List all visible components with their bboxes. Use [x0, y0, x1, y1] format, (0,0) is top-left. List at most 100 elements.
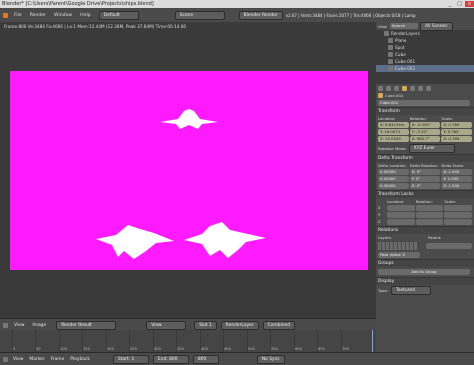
outliner-item-renderlayers[interactable]: RenderLayers	[376, 30, 474, 37]
rotation-z-field[interactable]: Z: 960.7°	[409, 136, 441, 142]
rotation-y-field[interactable]: Y: -3.32°	[409, 129, 441, 135]
render-tab-icon[interactable]	[378, 85, 383, 91]
world-tab-icon[interactable]	[394, 85, 399, 91]
lock-location-label: Location:	[387, 199, 405, 204]
menu-help[interactable]: Help	[76, 13, 94, 18]
current-frame-line	[372, 330, 373, 352]
menu-render[interactable]: Render	[26, 13, 50, 18]
timeline-type-icon[interactable]	[3, 356, 8, 362]
lock-rotation-z-toggle[interactable]	[415, 219, 444, 225]
outliner-item-cube-002[interactable]: Cube.002	[376, 65, 474, 72]
menu-marker[interactable]: Marker	[26, 357, 47, 362]
add-to-group-button[interactable]: Add to Group	[378, 269, 470, 275]
location-z-field[interactable]: Z: 15.0349	[378, 136, 409, 142]
display-type-dropdown[interactable]: Textured	[391, 286, 431, 295]
image-browse-dropdown[interactable]: Render Result	[56, 320, 117, 330]
lamp-icon	[388, 45, 393, 50]
slot-dropdown[interactable]: Slot 1	[194, 320, 217, 330]
lock-location-z-toggle[interactable]	[387, 219, 415, 225]
sync-mode-dropdown[interactable]: No Sync	[256, 354, 285, 364]
minimize-button[interactable]: _	[446, 1, 455, 7]
relations-panel-header[interactable]: Relations	[376, 226, 474, 234]
location-y-field[interactable]: Y: 16.0074	[378, 129, 409, 135]
rotation-x-field[interactable]: X: -0.292°	[409, 122, 441, 128]
timeline-area[interactable]: 0 50 100 150 200 250 300 350 400 450 500 550 600 650 7…	[0, 330, 376, 352]
material-tab-icon[interactable]	[426, 85, 431, 91]
transform-locks-panel-header[interactable]: Transform Locks	[376, 190, 474, 198]
object-name-field[interactable]: Cube.002	[378, 100, 470, 106]
timeline-tick-label: 500	[248, 347, 255, 351]
scale-x-field[interactable]: X: 0.769	[441, 122, 472, 128]
outliner-item-cube[interactable]: Cube	[376, 51, 474, 58]
timeline-tick-label: 600	[295, 347, 302, 351]
delta-location-z-field[interactable]: 0.00000	[378, 183, 409, 189]
outliner-item-cube-001[interactable]: Cube.001	[376, 58, 474, 65]
editor-type-icon[interactable]	[3, 322, 8, 328]
blender-icon[interactable]	[3, 12, 8, 18]
render-pass-dropdown[interactable]: Combined	[262, 320, 295, 330]
outliner-search-field[interactable]: Search	[390, 23, 419, 29]
delta-scale-z-field[interactable]: Z: 1.000	[441, 183, 472, 189]
rotation-mode-dropdown[interactable]: XYZ Euler	[408, 144, 455, 153]
menu-view[interactable]: View	[10, 323, 28, 328]
outliner-item-plane[interactable]: Plane	[376, 37, 474, 44]
delta-scale-x-field[interactable]: X: 1.000	[441, 169, 472, 175]
layout-dropdown[interactable]: Default	[98, 10, 139, 20]
transform-panel-header[interactable]: Transform	[376, 107, 474, 115]
delta-rotation-y-field[interactable]: Y: 0°	[409, 176, 441, 182]
delta-transform-panel-header[interactable]: Delta Transform	[376, 154, 474, 162]
outliner-item-spot[interactable]: Spot	[376, 44, 474, 51]
timeline-tick-label: 400	[201, 347, 208, 351]
scale-y-field[interactable]: Y: 0.769	[441, 129, 472, 135]
layers-grid[interactable]	[378, 242, 418, 250]
start-frame-field[interactable]: Start: 1	[112, 354, 149, 364]
delta-scale-y-field[interactable]: Y: 1.000	[441, 176, 472, 182]
delta-location-y-field[interactable]: 0.00000	[378, 176, 409, 182]
view-mode-dropdown[interactable]: View	[146, 320, 187, 330]
menu-file[interactable]: File	[10, 13, 26, 18]
delta-location-x-field[interactable]: 0.00000	[378, 169, 409, 175]
lock-scale-x-toggle[interactable]	[444, 205, 472, 211]
delta-rotation-z-field[interactable]: Z: 0°	[409, 183, 441, 189]
timeline-ruler: 0 50 100 150 200 250 300 350 400 450 500 550 600 650 7…	[0, 330, 376, 352]
menu-window[interactable]: Window	[50, 13, 76, 18]
render-engine-dropdown[interactable]: Blender Render	[238, 10, 283, 20]
outliner-view-menu[interactable]: View	[378, 24, 387, 29]
rotation-label: Rotation:	[409, 116, 427, 121]
close-button[interactable]: x	[465, 1, 474, 7]
lock-scale-y-toggle[interactable]	[444, 212, 472, 218]
lock-scale-z-toggle[interactable]	[444, 219, 472, 225]
lock-location-y-toggle[interactable]	[387, 212, 415, 218]
scene-dropdown[interactable]: Scene	[174, 10, 225, 20]
constraints-tab-icon[interactable]	[410, 85, 415, 91]
menu-frame[interactable]: Frame	[48, 357, 68, 362]
outliner-item-label: Cube.002	[395, 66, 416, 71]
lock-rotation-label: Rotation:	[415, 199, 433, 204]
render-frame-info: Frame:800 Ve:3484 Fa:4066 | La:1 Mem:12.…	[4, 24, 187, 29]
pass-index-field[interactable]: Pass Index: 0	[378, 252, 420, 258]
lock-location-x-toggle[interactable]	[387, 205, 415, 211]
delta-rotation-x-field[interactable]: X: 0°	[409, 169, 441, 175]
groups-panel-header[interactable]: Groups	[376, 259, 474, 267]
parent-field[interactable]	[426, 243, 472, 249]
end-frame-field[interactable]: End: 800	[152, 354, 189, 364]
menu-image[interactable]: Image	[28, 323, 50, 328]
menu-timeline-view[interactable]: View	[10, 357, 26, 362]
render-layer-dropdown[interactable]: RenderLayer	[220, 320, 259, 330]
timeline-header: View Marker Frame Playback Start: 1 End:…	[0, 352, 474, 365]
groups-header-label: Groups	[378, 261, 394, 266]
display-panel-header[interactable]: Display	[376, 277, 474, 285]
lock-rotation-y-toggle[interactable]	[415, 212, 444, 218]
modifiers-tab-icon[interactable]	[418, 85, 423, 91]
scale-z-field[interactable]: Z: 0.769	[441, 136, 472, 142]
current-frame-field[interactable]: 800	[192, 354, 219, 364]
maximize-button[interactable]: □	[454, 1, 465, 7]
scene-tab-icon[interactable]	[386, 85, 391, 91]
object-tab-icon[interactable]	[402, 85, 407, 91]
location-x-field[interactable]: X: 8.84194m	[378, 122, 409, 128]
transform-locks-header-label: Transform Locks	[378, 192, 414, 197]
outliner-display-dropdown[interactable]: All Scenes	[420, 21, 453, 31]
mesh-icon	[388, 59, 393, 64]
lock-rotation-x-toggle[interactable]	[415, 205, 444, 211]
menu-playback[interactable]: Playback	[67, 357, 93, 362]
